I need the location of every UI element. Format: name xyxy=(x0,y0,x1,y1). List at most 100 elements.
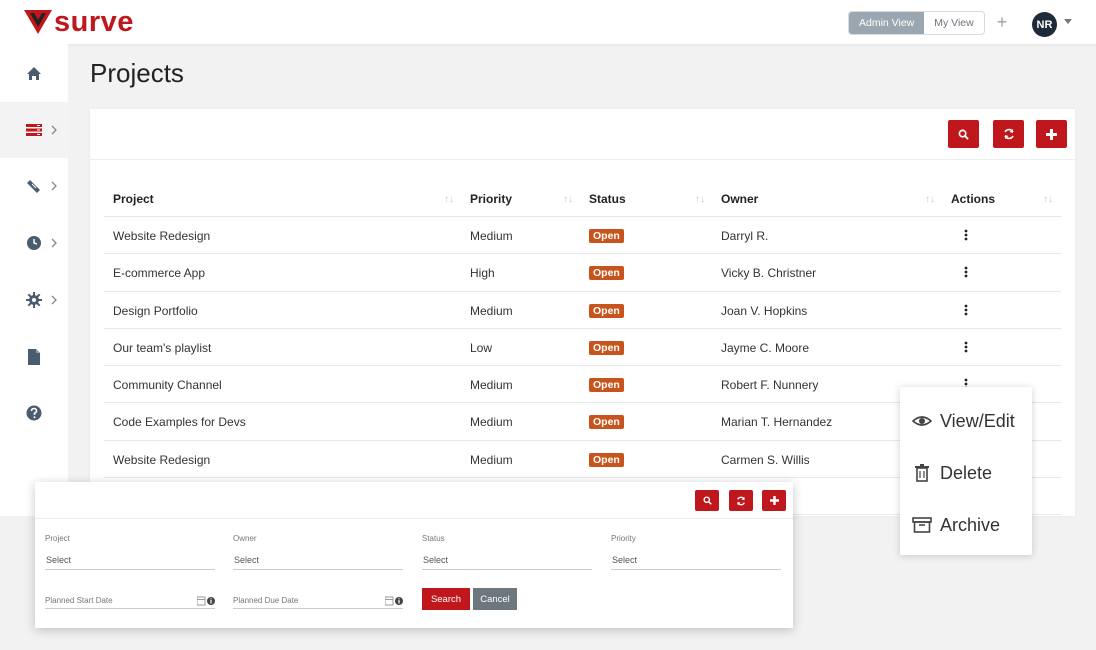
priority-value: Low xyxy=(470,340,493,355)
refresh-button[interactable] xyxy=(993,120,1024,148)
project-name[interactable]: Community Channel xyxy=(113,378,222,392)
menu-item-label: Archive xyxy=(940,514,1001,535)
chevron-right-icon xyxy=(51,125,57,135)
owner-filter-label: Owner xyxy=(233,534,257,543)
filter-cancel-button[interactable]: Cancel xyxy=(473,588,517,610)
owner-filter-select[interactable]: Select xyxy=(233,552,403,570)
filter-submit-button[interactable]: Search xyxy=(422,588,470,610)
project-name[interactable]: Website Redesign xyxy=(113,453,210,467)
column-header-actions: Actions xyxy=(951,192,996,206)
add-plus-icon[interactable]: + xyxy=(994,13,1010,31)
logo-mark-icon xyxy=(24,10,52,34)
ticket-icon xyxy=(27,180,40,193)
calendar-info-icon[interactable] xyxy=(385,596,403,606)
refresh-icon xyxy=(737,496,745,505)
project-filter-select[interactable]: Select xyxy=(45,552,215,570)
sidebar-item-projects[interactable] xyxy=(0,102,68,158)
table-row[interactable]: Website Redesign Medium Open Darryl R. xyxy=(104,217,1061,255)
sidebar-item-settings[interactable] xyxy=(0,272,68,328)
logo-text: surve xyxy=(54,6,134,38)
sort-icon[interactable]: ↑↓ xyxy=(925,194,935,206)
help-icon xyxy=(26,405,42,421)
sidebar-item-time[interactable] xyxy=(0,215,68,271)
priority-value: High xyxy=(470,266,495,281)
kebab-menu-icon[interactable] xyxy=(963,266,969,278)
sidebar-item-documents[interactable] xyxy=(0,329,68,385)
chevron-right-icon xyxy=(51,238,57,248)
sidebar-item-home[interactable] xyxy=(0,46,68,102)
owner-name: Robert F. Nunnery xyxy=(721,378,819,393)
sort-icon[interactable]: ↑↓ xyxy=(563,194,573,206)
status-badge: Open xyxy=(589,303,624,318)
kebab-menu-icon[interactable] xyxy=(963,341,969,353)
chevron-right-icon xyxy=(51,295,57,305)
chevron-down-icon[interactable] xyxy=(1064,19,1072,24)
planned-start-date-input[interactable]: Planned Start Date xyxy=(45,593,215,609)
search-button[interactable] xyxy=(948,120,979,148)
project-name[interactable]: Code Examples for Devs xyxy=(113,415,246,429)
planned-due-date-input[interactable]: Planned Due Date xyxy=(233,593,403,609)
document-icon xyxy=(28,349,40,365)
calendar-info-icon[interactable] xyxy=(197,596,215,606)
owner-name: Joan V. Hopkins xyxy=(721,303,808,318)
chevron-right-icon xyxy=(51,181,57,191)
column-header-owner[interactable]: Owner xyxy=(721,192,758,206)
menu-item-label: Delete xyxy=(940,462,993,483)
filter-toolbar xyxy=(35,482,793,519)
menu-item-view-edit[interactable]: View/Edit xyxy=(900,399,1032,443)
filter-refresh-button[interactable] xyxy=(729,490,753,511)
card-toolbar xyxy=(90,109,1075,160)
filter-search-button[interactable] xyxy=(695,490,719,511)
trash-icon xyxy=(915,464,929,482)
admin-view-button[interactable]: Admin View xyxy=(849,12,925,34)
column-header-project[interactable]: Project xyxy=(113,192,154,206)
archive-icon xyxy=(912,517,932,533)
top-header: surve Admin View My View + NR xyxy=(0,0,1096,44)
sidebar-item-help[interactable] xyxy=(0,385,68,441)
sort-icon[interactable]: ↑↓ xyxy=(1043,194,1053,206)
project-name[interactable]: E-commerce App xyxy=(113,266,205,280)
eye-icon xyxy=(912,416,932,426)
owner-name: Vicky B. Christner xyxy=(721,266,817,281)
priority-value: Medium xyxy=(470,378,513,393)
filter-add-button[interactable] xyxy=(762,490,786,511)
owner-name: Marian T. Hernandez xyxy=(721,415,833,430)
sort-icon[interactable]: ↑↓ xyxy=(444,194,454,206)
search-icon xyxy=(958,129,969,140)
status-badge: Open xyxy=(589,378,624,393)
status-filter-select[interactable]: Select xyxy=(422,552,592,570)
home-icon xyxy=(27,67,41,80)
table-row[interactable]: Design Portfolio Medium Open Joan V. Hop… xyxy=(104,292,1061,329)
table-header: Project ↑↓ Priority ↑↓ Status ↑↓ Owner ↑… xyxy=(104,181,1061,217)
search-icon xyxy=(702,496,712,505)
column-header-status[interactable]: Status xyxy=(589,192,626,206)
stack-icon xyxy=(26,124,42,136)
kebab-menu-icon[interactable] xyxy=(963,229,969,241)
table-row[interactable]: E-commerce App High Open Vicky B. Christ… xyxy=(104,254,1061,292)
menu-item-delete[interactable]: Delete xyxy=(900,451,1032,495)
priority-filter-select[interactable]: Select xyxy=(611,552,781,570)
owner-name: Jayme C. Moore xyxy=(721,340,810,355)
project-name[interactable]: Design Portfolio xyxy=(113,304,198,318)
status-badge: Open xyxy=(589,266,624,281)
status-badge: Open xyxy=(589,415,624,430)
owner-name: Darryl R. xyxy=(721,229,769,243)
sidebar xyxy=(0,44,68,516)
table-row[interactable]: Our team's playlist Low Open Jayme C. Mo… xyxy=(104,329,1061,367)
menu-item-archive[interactable]: Archive xyxy=(900,503,1032,547)
sort-icon[interactable]: ↑↓ xyxy=(695,194,705,206)
column-header-priority[interactable]: Priority xyxy=(470,192,512,206)
priority-value: Medium xyxy=(470,229,513,243)
add-project-button[interactable] xyxy=(1036,120,1067,148)
priority-filter-label: Priority xyxy=(611,534,636,543)
user-avatar[interactable]: NR xyxy=(1032,12,1057,37)
kebab-menu-icon[interactable] xyxy=(963,304,969,316)
status-filter-label: Status xyxy=(422,534,445,543)
my-view-button[interactable]: My View xyxy=(924,12,984,34)
app-logo[interactable]: surve xyxy=(24,6,134,38)
sidebar-item-tickets[interactable] xyxy=(0,158,68,214)
view-toggle: Admin View My View xyxy=(848,11,985,35)
menu-item-label: View/Edit xyxy=(940,410,1015,431)
project-name[interactable]: Our team's playlist xyxy=(113,341,211,355)
project-name[interactable]: Website Redesign xyxy=(113,229,210,243)
